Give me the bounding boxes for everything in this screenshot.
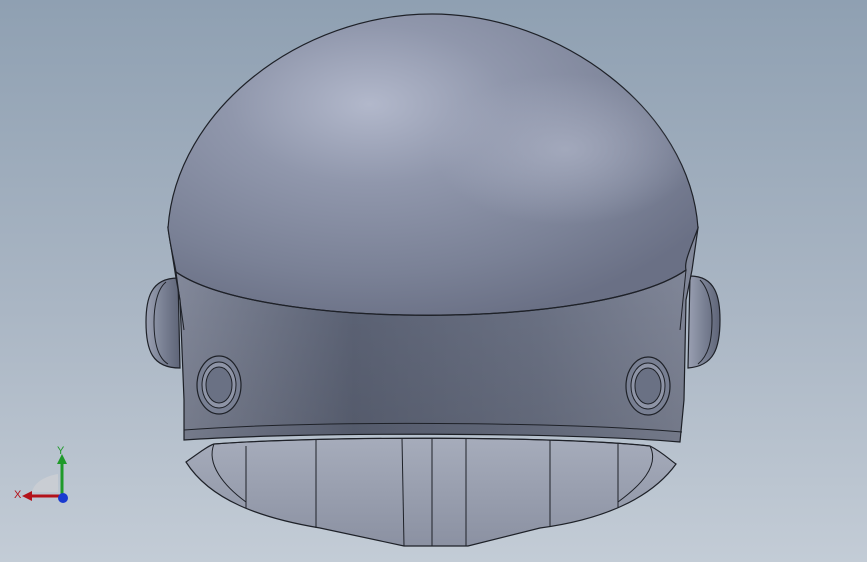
x-axis-label: X: [14, 489, 22, 501]
triad-plane: [32, 474, 58, 492]
y-axis-label: Y: [57, 445, 65, 457]
right-ear-cup[interactable]: [687, 275, 721, 369]
graphics-viewport[interactable]: Y X: [0, 0, 867, 562]
helmet-model[interactable]: [0, 0, 867, 562]
x-axis-arrow: [22, 491, 32, 501]
right-vent-hole[interactable]: [625, 356, 671, 416]
orientation-triad: Y X: [14, 445, 68, 503]
helmet-dome[interactable]: [167, 13, 699, 331]
left-vent-hole[interactable]: [196, 355, 242, 415]
z-axis-dot: [58, 493, 68, 503]
visor-segment[interactable]: [185, 437, 677, 547]
left-ear-cup[interactable]: [145, 277, 181, 369]
